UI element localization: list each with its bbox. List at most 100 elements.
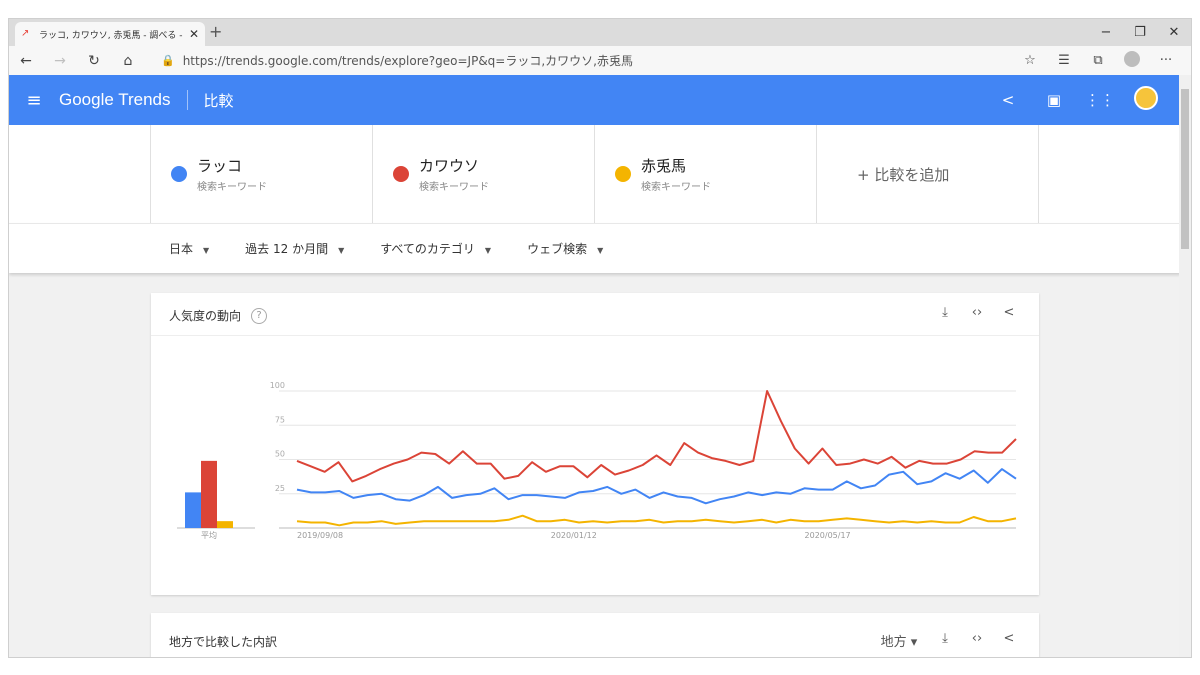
card-title: 地方で比較した内訳 <box>169 635 278 649</box>
add-compare-label: + 比較を追加 <box>857 165 950 184</box>
trends-header: ≡ Google Trends 比較 < ▣ ⋮⋮ <box>9 75 1181 125</box>
average-label: 平均 <box>201 530 217 540</box>
filter-time-range[interactable]: 過去 12 か月間 ▼ <box>245 240 344 257</box>
keyword-row: ラッコ 検索キーワード カワウソ 検索キーワード 赤兎馬 検索キーワード + 比… <box>150 125 1181 223</box>
series-color-dot <box>393 166 409 182</box>
new-tab-button[interactable]: + <box>209 22 222 41</box>
regional-breakdown-card: 地方で比較した内訳 地方 ▾ ⤓ ‹› < <box>151 613 1039 657</box>
series-line <box>296 390 1017 483</box>
card-divider <box>151 335 1039 336</box>
collections-icon[interactable]: ⧉ <box>1081 53 1115 68</box>
dropdown-caret-icon: ▼ <box>338 246 345 255</box>
close-window-button[interactable]: ✕ <box>1157 19 1191 46</box>
favorites-list-icon[interactable]: ☰ <box>1047 53 1081 68</box>
share-icon[interactable]: < <box>985 91 1031 109</box>
filter-bar: 日本 ▼ 過去 12 か月間 ▼ すべてのカテゴリ ▼ ウェブ検索 ▼ <box>9 223 1181 273</box>
header-actions: < ▣ ⋮⋮ <box>985 75 1169 125</box>
interest-over-time-card: 人気度の動向 ? ⤓ ‹› < 25 50 75 100 2019/09/08 2020/… <box>151 293 1039 595</box>
browser-tab[interactable]: ↗ ラッコ, カワウソ, 赤兎馬 - 調べる - G ✕ <box>15 22 205 46</box>
trend-chart[interactable]: 25 50 75 100 2019/09/08 2020/01/12 2020/05/17 平… <box>151 343 1039 553</box>
empty-keyword-slot <box>1038 125 1181 223</box>
card-title: 人気度の動向 <box>169 309 242 323</box>
page-content: ≡ Google Trends 比較 < ▣ ⋮⋮ ラッコ 検索キーワード カワ… <box>9 75 1181 657</box>
filter-label: 過去 12 か月間 <box>245 242 329 256</box>
keyword-name: カワウソ <box>419 157 480 175</box>
tab-strip: ↗ ラッコ, カワウソ, 赤兎馬 - 調べる - G ✕ + − ❐ ✕ <box>9 19 1191 46</box>
keyword-type: 検索キーワード <box>197 182 267 193</box>
minimize-button[interactable]: − <box>1089 19 1123 46</box>
help-icon[interactable]: ? <box>251 307 268 324</box>
y-tick-label: 25 <box>275 484 285 493</box>
keyword-type: 検索キーワード <box>641 182 711 193</box>
keyword-name: 赤兎馬 <box>641 157 687 175</box>
google-trends-logo[interactable]: Google Trends <box>59 90 188 110</box>
y-tick-label: 100 <box>270 381 285 390</box>
url-text[interactable]: https://trends.google.com/trends/explore… <box>183 52 633 69</box>
menu-icon[interactable]: ≡ <box>9 90 59 111</box>
home-icon[interactable]: ⌂ <box>111 53 145 69</box>
profile-icon[interactable] <box>1115 50 1149 71</box>
x-tick-label: 2019/09/08 <box>297 531 343 540</box>
filter-label: ウェブ検索 <box>527 242 588 256</box>
add-compare-button[interactable]: + 比較を追加 <box>816 125 1038 223</box>
card-tools: 地方 ▾ ⤓ ‹› < <box>869 631 1025 650</box>
keyword-item-kawauso[interactable]: カワウソ 検索キーワード <box>372 125 594 223</box>
forward-icon[interactable]: → <box>43 53 77 69</box>
tab-title: ラッコ, カワウソ, 赤兎馬 - 調べる - G <box>39 30 185 41</box>
filter-label: すべてのカテゴリ <box>380 242 475 256</box>
page-title: 比較 <box>203 91 234 110</box>
share-icon[interactable]: < <box>993 631 1025 650</box>
embed-icon[interactable]: ‹› <box>961 631 993 650</box>
keyword-item-rakko[interactable]: ラッコ 検索キーワード <box>150 125 372 223</box>
address-bar[interactable]: 🔒 https://trends.google.com/trends/explo… <box>161 50 633 71</box>
filter-category[interactable]: すべてのカテゴリ ▼ <box>380 240 491 257</box>
trends-favicon-icon: ↗ <box>21 28 30 39</box>
keyword-strip: ラッコ 検索キーワード カワウソ 検索キーワード 赤兎馬 検索キーワード + 比… <box>9 125 1181 223</box>
tab-close-icon[interactable]: ✕ <box>189 27 199 41</box>
average-bar <box>217 521 233 528</box>
refresh-icon[interactable]: ↻ <box>77 53 111 69</box>
share-icon[interactable]: < <box>993 305 1025 320</box>
window-controls: − ❐ ✕ <box>1089 19 1191 46</box>
filter-search-type[interactable]: ウェブ検索 ▼ <box>527 240 603 257</box>
average-bar <box>185 492 201 528</box>
apps-grid-icon[interactable]: ⋮⋮ <box>1077 91 1123 109</box>
region-dropdown-label: 地方 <box>880 635 907 650</box>
filter-label: 日本 <box>169 242 194 256</box>
page-scrollbar[interactable] <box>1179 75 1191 657</box>
keyword-name: ラッコ <box>197 157 243 175</box>
average-bar <box>201 460 217 528</box>
series-line <box>296 468 1017 505</box>
more-menu-icon[interactable]: ··· <box>1149 53 1183 68</box>
download-icon[interactable]: ⤓ <box>929 631 961 650</box>
embed-icon[interactable]: ‹› <box>961 305 993 320</box>
maximize-button[interactable]: ❐ <box>1123 19 1157 46</box>
favorite-star-icon[interactable]: ☆ <box>1013 53 1047 68</box>
keyword-item-sekitoba[interactable]: 赤兎馬 検索キーワード <box>594 125 816 223</box>
dropdown-caret-icon: ▼ <box>203 246 210 255</box>
dropdown-caret-icon: ▼ <box>597 246 604 255</box>
x-tick-label: 2020/01/12 <box>551 531 597 540</box>
dropdown-caret-icon: ▼ <box>484 246 492 255</box>
lock-icon: 🔒 <box>161 54 175 67</box>
card-tools: ⤓ ‹› < <box>929 305 1025 320</box>
feedback-icon[interactable]: ▣ <box>1031 91 1077 109</box>
keyword-type: 検索キーワード <box>419 182 489 193</box>
browser-toolbar-right: ☆ ☰ ⧉ ··· <box>1013 46 1183 75</box>
x-tick-label: 2020/05/17 <box>805 531 851 540</box>
back-icon[interactable]: ← <box>9 53 43 69</box>
card-header: 人気度の動向 ? <box>169 307 268 324</box>
scrollbar-thumb[interactable] <box>1181 89 1189 249</box>
card-header: 地方で比較した内訳 <box>169 633 277 650</box>
series-line <box>296 514 1017 527</box>
region-dropdown[interactable]: 地方 ▾ <box>869 631 929 650</box>
series-color-dot <box>615 166 631 182</box>
filter-region[interactable]: 日本 ▼ <box>169 240 209 257</box>
y-tick-label: 50 <box>275 450 285 459</box>
download-icon[interactable]: ⤓ <box>929 305 961 320</box>
navigation-bar: ← → ↻ ⌂ 🔒 https://trends.google.com/tren… <box>9 46 1191 75</box>
series-color-dot <box>171 166 187 182</box>
browser-window: ↗ ラッコ, カワウソ, 赤兎馬 - 調べる - G ✕ + − ❐ ✕ ← →… <box>8 18 1192 658</box>
y-tick-label: 75 <box>275 415 285 424</box>
account-avatar[interactable] <box>1123 86 1169 114</box>
